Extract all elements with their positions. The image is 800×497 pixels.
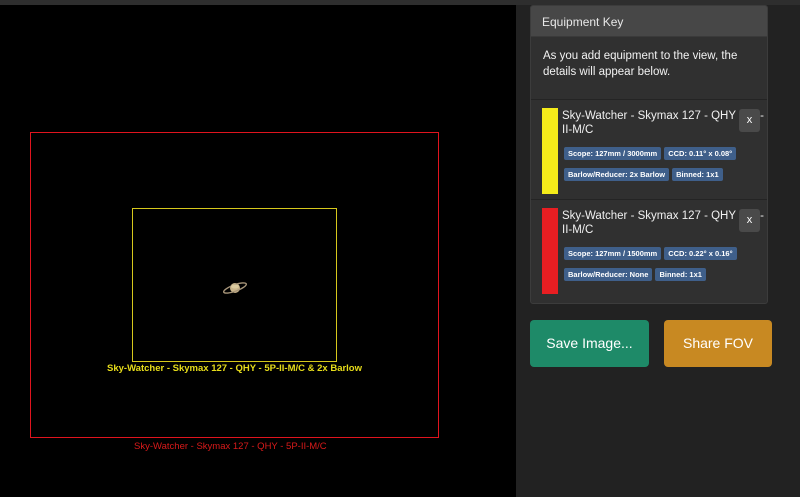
panel-intro: As you add equipment to the view, the de…: [543, 50, 738, 78]
fov-canvas[interactable]: Sky-Watcher - Skymax 127 - QHY - 5P-II-M…: [0, 5, 516, 497]
tag-scope: Scope: 127mm / 1500mm: [564, 247, 662, 260]
equipment-color-swatch: [542, 108, 558, 194]
remove-equipment-button[interactable]: x: [739, 209, 760, 232]
panel-title: Equipment Key: [531, 6, 767, 37]
tag-scope: Scope: 127mm / 3000mm: [564, 147, 662, 160]
fov-label-red: Sky-Watcher - Skymax 127 - QHY - 5P-II-M…: [134, 441, 327, 452]
equipment-key-panel: Equipment Key As you add equipment to th…: [530, 5, 768, 304]
tag-binned: Binned: 1x1: [672, 168, 723, 181]
equipment-tags: Scope: 127mm / 3000mm CCD: 0.11° x 0.08° B…: [564, 143, 764, 185]
saturn-image: [222, 282, 248, 294]
save-image-button[interactable]: Save Image...: [530, 320, 649, 367]
equipment-name: Sky-Watcher - Skymax 127 - QHY - 5P-II-M…: [562, 110, 764, 136]
equipment-tags: Scope: 127mm / 1500mm CCD: 0.22° x 0.16° B…: [564, 243, 764, 285]
fov-label-yellow: Sky-Watcher - Skymax 127 - QHY - 5P-II-M…: [107, 363, 363, 374]
share-fov-button[interactable]: Share FOV: [664, 320, 772, 367]
remove-equipment-button[interactable]: x: [739, 109, 760, 132]
tag-barlow: Barlow/Reducer: None: [564, 268, 653, 281]
equipment-color-swatch: [542, 208, 558, 294]
tag-barlow: Barlow/Reducer: 2x Barlow: [564, 168, 670, 181]
equipment-name: Sky-Watcher - Skymax 127 - QHY - 5P-II-M…: [562, 210, 764, 236]
equipment-item: Sky-Watcher - Skymax 127 - QHY - 5P-II-M…: [531, 199, 767, 299]
tag-ccd: CCD: 0.11° x 0.08°: [664, 147, 737, 160]
tag-binned: Binned: 1x1: [655, 268, 706, 281]
equipment-item: Sky-Watcher - Skymax 127 - QHY - 5P-II-M…: [531, 99, 767, 199]
tag-ccd: CCD: 0.22° x 0.16°: [664, 247, 737, 260]
